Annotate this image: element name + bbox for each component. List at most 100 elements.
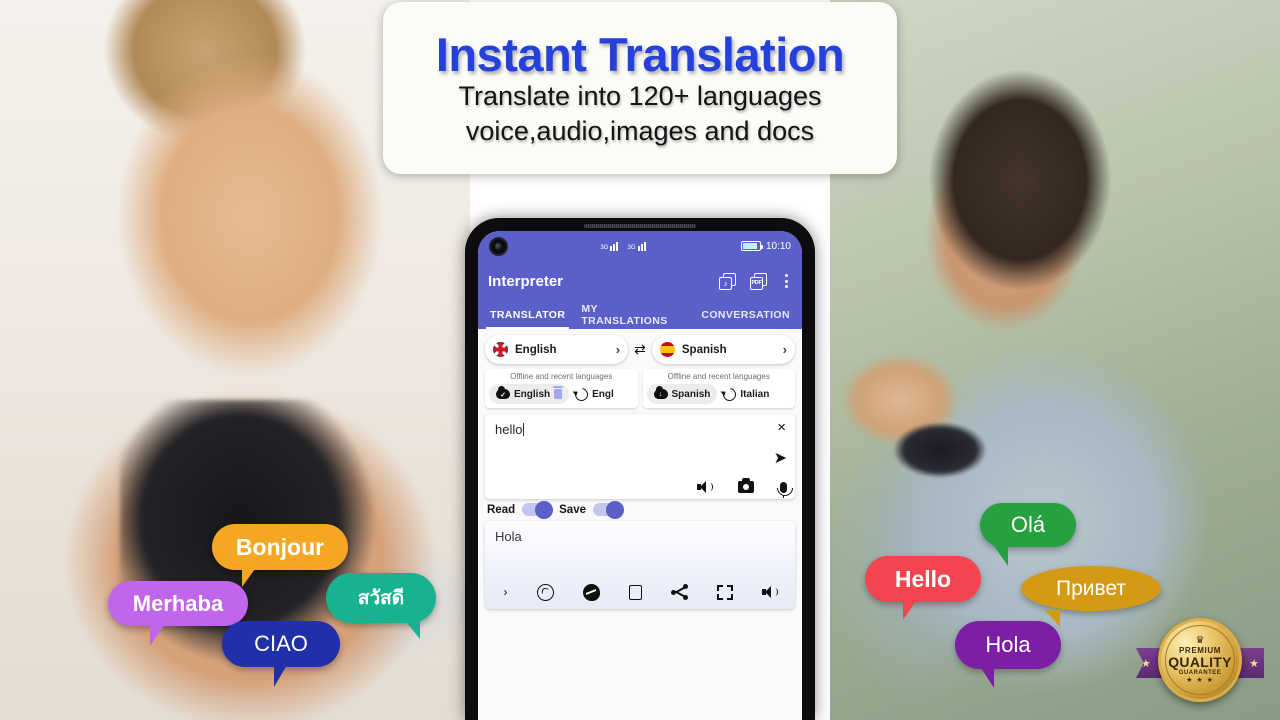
chip-spanish-offline[interactable]: ↓ Spanish	[646, 384, 718, 404]
offline-languages-row: Offline and recent languages ✓ English E…	[485, 369, 795, 408]
speech-bubble-hello: Hello	[865, 556, 981, 620]
phone-screen: 3G 3G 10:10 Interpreter ♪ PDF TRANSLATOR…	[478, 231, 802, 720]
chip-spanish-label: Spanish	[671, 388, 711, 400]
camera-icon[interactable]	[738, 478, 754, 493]
source-language-label: English	[515, 343, 557, 356]
speech-bubble-bonjour-text: Bonjour	[235, 533, 325, 560]
source-text-card[interactable]: hello × ➤	[485, 414, 795, 499]
source-language-selector[interactable]: English ›	[485, 335, 629, 364]
badge-stars-icon: ★ ★ ★	[1186, 676, 1214, 684]
signal-indicators: 3G 3G	[508, 241, 741, 251]
overflow-menu-icon[interactable]	[781, 272, 792, 290]
target-language-selector[interactable]: Spanish ›	[651, 335, 796, 364]
speaker-icon[interactable]	[761, 586, 778, 598]
prev-arrow-icon[interactable]: ›	[504, 585, 508, 599]
chip-recent-english[interactable]: Engl	[572, 384, 621, 404]
delete-icon[interactable]	[553, 386, 564, 399]
chip-english-offline[interactable]: ✓ English	[489, 384, 570, 404]
speech-bubble-thai-text: สวัสดี	[357, 588, 405, 609]
offline-target-chips: ↓ Spanish Italian	[646, 384, 792, 404]
speech-bubble-bonjour: Bonjour	[212, 524, 348, 587]
save-toggle[interactable]	[592, 500, 624, 519]
promo-banner-stage: Instant Translation Translate into 120+ …	[0, 0, 1280, 720]
copy-icon[interactable]	[625, 582, 642, 600]
ribbon-star-right-icon: ★	[1249, 657, 1259, 670]
toggle-row: Read Save	[485, 500, 795, 519]
history-icon	[572, 384, 591, 404]
speech-bubble-merhaba-text: Merhaba	[132, 590, 224, 616]
chip-recent-italian[interactable]: Italian	[720, 384, 776, 404]
tab-bar: TRANSLATOR MY TRANSLATIONS CONVERSATION	[478, 301, 802, 329]
premium-quality-badge: ★ ★ ♛ PREMIUM QUALITY GUARANTEE ★ ★ ★	[1136, 612, 1264, 716]
bubble-tail	[981, 668, 994, 688]
speech-bubble-ola: Olá	[980, 503, 1076, 566]
translator-panel: English › ⇄ Spanish › Offline and recent…	[478, 329, 802, 720]
signal-bars-sim2: 3G	[627, 241, 648, 251]
translated-text-card: Hola ›	[485, 521, 795, 609]
status-bar: 3G 3G 10:10	[478, 231, 802, 261]
language-selector-row: English › ⇄ Spanish ›	[485, 335, 796, 364]
offline-source-label: Offline and recent languages	[510, 372, 613, 381]
bubble-tail	[242, 569, 255, 587]
whatsapp-icon[interactable]	[536, 583, 554, 601]
read-toggle[interactable]	[522, 500, 554, 519]
share-action-bar: ›	[485, 575, 795, 609]
offline-target-label: Offline and recent languages	[667, 372, 770, 381]
offline-source-card: Offline and recent languages ✓ English E…	[485, 369, 638, 408]
messenger-icon[interactable]	[582, 583, 600, 601]
cloud-download-icon: ↓	[653, 386, 668, 399]
fullscreen-icon[interactable]	[716, 584, 733, 600]
speech-bubble-ola-text: Olá	[1010, 512, 1046, 537]
history-icon	[720, 384, 739, 404]
headline-banner: Instant Translation Translate into 120+ …	[383, 2, 897, 174]
signal-bars-sim1: 3G	[600, 241, 621, 251]
save-toggle-label: Save	[559, 503, 586, 516]
chip-english-label: English	[514, 388, 551, 400]
speaker-icon[interactable]	[697, 481, 713, 493]
front-camera-icon	[489, 236, 508, 256]
speech-bubble-hello-text: Hello	[894, 565, 952, 592]
badge-inner-ring: ♛ PREMIUM QUALITY GUARANTEE ★ ★ ★	[1165, 625, 1235, 695]
banner-title: Instant Translation	[435, 27, 845, 81]
send-translate-button[interactable]: ➤	[774, 448, 787, 468]
source-text-input[interactable]: hello	[495, 422, 785, 437]
speech-bubble-privet: Привет	[1021, 566, 1161, 627]
bubble-tail	[994, 546, 1008, 566]
swap-languages-button[interactable]: ⇄	[633, 341, 647, 358]
bubble-tail	[150, 625, 164, 646]
chevron-right-icon: ›	[782, 342, 788, 357]
microphone-icon[interactable]	[776, 481, 793, 498]
tab-translator[interactable]: TRANSLATOR	[482, 301, 573, 329]
input-action-icons	[697, 478, 793, 498]
bubble-tail	[406, 622, 420, 639]
speech-bubble-merhaba: Merhaba	[108, 581, 248, 646]
speech-bubble-hola: Hola	[955, 621, 1061, 688]
phone-mockup: 3G 3G 10:10 Interpreter ♪ PDF TRANSLATOR…	[465, 218, 815, 720]
tab-conversation[interactable]: CONVERSATION	[693, 301, 798, 329]
app-title: Interpreter	[488, 272, 564, 290]
target-language-label: Spanish	[681, 343, 727, 356]
offline-target-card: Offline and recent languages ↓ Spanish I…	[642, 369, 795, 408]
translated-text: Hola	[495, 529, 522, 544]
app-bar: Interpreter ♪ PDF	[478, 261, 802, 301]
app-bar-actions: ♪ PDF	[719, 272, 792, 290]
audio-files-icon-label: ♪	[719, 276, 732, 290]
earpiece-speaker	[584, 224, 696, 228]
speech-bubble-privet-text: Привет	[1055, 576, 1127, 600]
chip-recent-english-label: Engl	[592, 388, 614, 400]
tab-my-translations[interactable]: MY TRANSLATIONS	[573, 301, 693, 329]
battery-icon	[740, 241, 763, 251]
clear-text-button[interactable]: ×	[777, 420, 786, 435]
read-toggle-label: Read	[487, 503, 516, 516]
chip-recent-italian-label: Italian	[740, 388, 770, 400]
pdf-files-icon[interactable]: PDF	[750, 272, 767, 290]
spain-flag-icon	[659, 342, 675, 357]
share-icon[interactable]	[670, 584, 688, 600]
audio-files-icon[interactable]: ♪	[719, 272, 736, 290]
chevron-right-icon: ›	[615, 342, 621, 357]
speech-bubble-hola-text: Hola	[985, 632, 1031, 657]
banner-subtitle-line1: Translate into 120+ languages	[458, 81, 822, 112]
bubble-tail	[903, 601, 916, 620]
speech-bubble-ciao-text: CIAO	[254, 631, 308, 656]
status-right: 10:10	[740, 241, 791, 252]
